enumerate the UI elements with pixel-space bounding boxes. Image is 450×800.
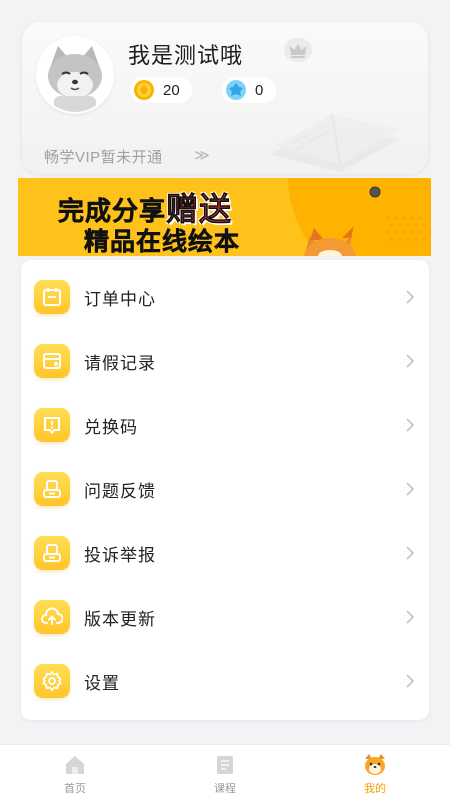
order-icon	[34, 280, 70, 314]
vip-status-link[interactable]: 畅学VIP暂未开通	[44, 146, 163, 167]
tab-courses[interactable]: 课程	[150, 745, 300, 800]
tab-label: 首页	[64, 783, 86, 795]
avatar[interactable]	[36, 36, 114, 114]
menu-item-complaint[interactable]: 投诉举报	[21, 521, 429, 585]
fox-profile-icon	[365, 754, 385, 775]
gems-count: 0	[255, 81, 264, 99]
update-icon	[34, 600, 70, 634]
menu-item-feedback[interactable]: 问题反馈	[21, 457, 429, 521]
home-icon	[66, 756, 84, 774]
tab-home[interactable]: 首页	[0, 745, 150, 800]
banner-subline: 精品在线绘本	[84, 228, 241, 256]
profile-card: 我是测试哦 20 0 畅学VIP暂未开通 ≫	[22, 22, 428, 174]
leave-record-icon	[34, 344, 70, 378]
crown-icon	[284, 38, 312, 62]
menu-item-leave-record[interactable]: 请假记录	[21, 329, 429, 393]
bottom-tab-bar: 首页 课程 我的	[0, 744, 450, 800]
settings-icon	[34, 664, 70, 698]
fox-avatar-icon	[38, 38, 112, 112]
chevron-right-icon	[406, 482, 415, 496]
menu-item-label: 版本更新	[84, 609, 156, 629]
feedback-icon	[34, 472, 70, 506]
menu-item-label: 投诉举报	[84, 545, 156, 565]
double-chevron-right-icon[interactable]: ≫	[194, 146, 210, 164]
redeem-code-icon	[34, 408, 70, 442]
menu-item-redeem-code[interactable]: 兑换码	[21, 393, 429, 457]
chevron-right-icon	[406, 290, 415, 304]
chevron-right-icon	[406, 546, 415, 560]
username: 我是测试哦	[128, 43, 244, 68]
course-icon	[217, 756, 233, 774]
gems-badge: 0	[222, 77, 276, 103]
menu-item-label: 问题反馈	[84, 481, 156, 501]
tab-label: 我的	[364, 783, 386, 795]
menu-item-label: 请假记录	[84, 353, 156, 373]
chevron-right-icon	[406, 610, 415, 624]
coins-badge: 20	[130, 77, 192, 103]
complaint-icon	[34, 536, 70, 570]
share-promo-banner[interactable]: 完成分享赠送 精品在线绘本	[18, 178, 431, 256]
chevron-right-icon	[406, 674, 415, 688]
tab-label: 课程	[214, 783, 236, 795]
coin-icon	[134, 80, 154, 100]
menu-list: 订单中心 请假记录 兑换码 问题反馈 投诉举报 版本更新 设置	[21, 260, 429, 720]
gem-icon	[226, 80, 246, 100]
chevron-right-icon	[406, 418, 415, 432]
tab-me[interactable]: 我的	[300, 745, 450, 800]
coins-count: 20	[163, 81, 180, 99]
menu-item-settings[interactable]: 设置	[21, 649, 429, 713]
chevron-right-icon	[406, 354, 415, 368]
menu-item-label: 兑换码	[84, 417, 138, 437]
menu-item-version-update[interactable]: 版本更新	[21, 585, 429, 649]
menu-item-label: 订单中心	[84, 289, 156, 309]
menu-item-order-center[interactable]: 订单中心	[21, 265, 429, 329]
book-decoration-icon	[270, 113, 400, 172]
menu-item-label: 设置	[84, 673, 120, 693]
